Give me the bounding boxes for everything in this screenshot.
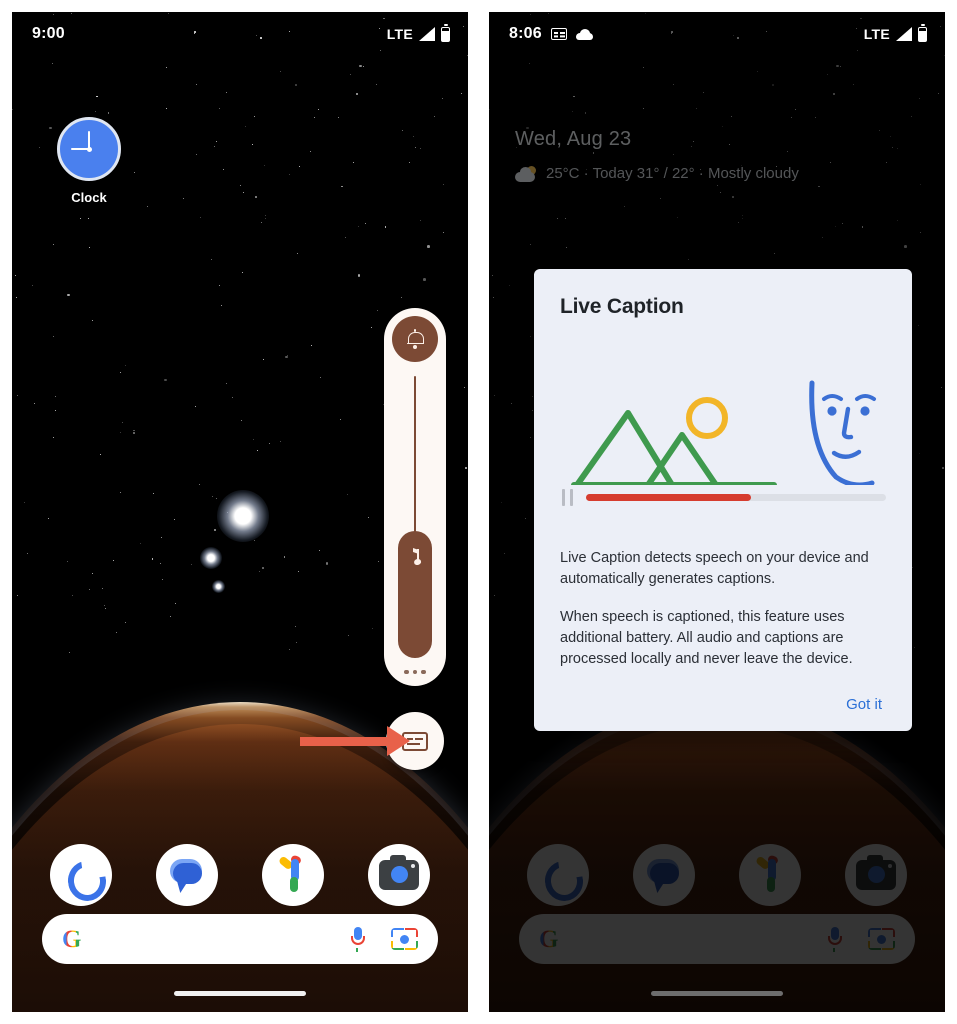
dialog-paragraph-1: Live Caption detects speech on your devi… <box>560 550 869 588</box>
messages-icon <box>168 858 206 893</box>
google-one-icon <box>274 854 312 895</box>
bell-icon <box>406 329 424 349</box>
network-label: LTE <box>863 26 890 42</box>
phone-screen-right: 8:06 LTE Wed, Aug 23 25°C · Today 31° / … <box>489 12 945 1012</box>
music-note-icon <box>409 547 422 566</box>
face-eye-right <box>860 406 870 416</box>
microphone-icon[interactable] <box>350 926 365 952</box>
live-caption-dialog: Live Caption Live Caption detects speech… <box>534 269 912 732</box>
gesture-nav-pill[interactable] <box>174 991 306 996</box>
progress-track[interactable] <box>586 494 886 501</box>
sun-icon <box>686 397 728 439</box>
dialog-actions: Got it <box>560 696 886 713</box>
volume-slider[interactable] <box>398 376 432 658</box>
dialog-title: Live Caption <box>560 295 684 318</box>
arrow-shaft <box>300 736 388 746</box>
status-bar: 8:06 LTE <box>489 12 945 56</box>
more-options-icon[interactable] <box>404 669 426 674</box>
dock-item-google-one[interactable] <box>262 844 324 906</box>
dialog-illustration <box>560 355 886 485</box>
google-g-logo: G <box>62 925 82 953</box>
dialog-paragraph-2: When speech is captioned, this feature u… <box>560 609 853 668</box>
google-lens-icon[interactable] <box>391 928 418 950</box>
illustration-svg <box>571 380 876 485</box>
dock <box>12 844 468 906</box>
progress-fill <box>586 494 751 501</box>
app-icon-label: Clock <box>71 190 107 205</box>
face-eye-left <box>827 406 837 416</box>
face-brow-right <box>855 394 876 401</box>
arrow-head <box>387 726 410 756</box>
bright-star-third <box>212 580 225 593</box>
signal-icon <box>896 27 912 41</box>
ring-mode-button[interactable] <box>392 316 438 362</box>
dock-item-messages[interactable] <box>156 844 218 906</box>
volume-panel[interactable] <box>384 308 446 686</box>
clock-center-pin <box>86 146 92 152</box>
status-bar: 9:00 LTE <box>12 12 468 56</box>
battery-icon <box>441 24 450 42</box>
bright-star-second <box>200 547 222 569</box>
face-nose <box>841 406 854 440</box>
app-icon-clock[interactable]: Clock <box>56 117 122 205</box>
status-time: 8:06 <box>509 25 542 42</box>
status-bar-right: LTE <box>863 24 927 42</box>
phone-screen-left: 9:00 LTE Clock G <box>12 12 468 1012</box>
screenshot-root: 9:00 LTE Clock G 8:06 LTE Live Caption L… <box>0 0 957 1024</box>
camera-icon <box>379 855 419 890</box>
bright-star-main <box>217 490 269 542</box>
face-brow-left <box>822 394 843 401</box>
phone-icon <box>64 858 98 892</box>
pause-icon[interactable] <box>562 489 573 506</box>
annotation-arrow-left <box>300 726 410 756</box>
face-mouth <box>831 449 862 459</box>
dock-item-phone[interactable] <box>50 844 112 906</box>
status-bar-left: 8:06 <box>509 25 593 43</box>
dialog-body: Live Caption detects speech on your devi… <box>560 548 886 670</box>
volume-slider-thumb[interactable] <box>398 530 432 658</box>
battery-icon <box>918 24 927 42</box>
status-time: 9:00 <box>32 25 65 42</box>
signal-icon <box>419 27 435 41</box>
dock-item-camera[interactable] <box>368 844 430 906</box>
status-bar-right: LTE <box>386 24 450 42</box>
cloud-icon <box>575 28 593 40</box>
closed-caption-icon <box>550 28 567 40</box>
clock-icon <box>57 117 121 181</box>
media-progress-row[interactable] <box>560 489 886 506</box>
google-search-bar[interactable]: G <box>42 914 438 964</box>
status-bar-left: 9:00 <box>32 25 65 43</box>
network-label: LTE <box>386 26 413 42</box>
got-it-button[interactable]: Got it <box>846 696 882 713</box>
